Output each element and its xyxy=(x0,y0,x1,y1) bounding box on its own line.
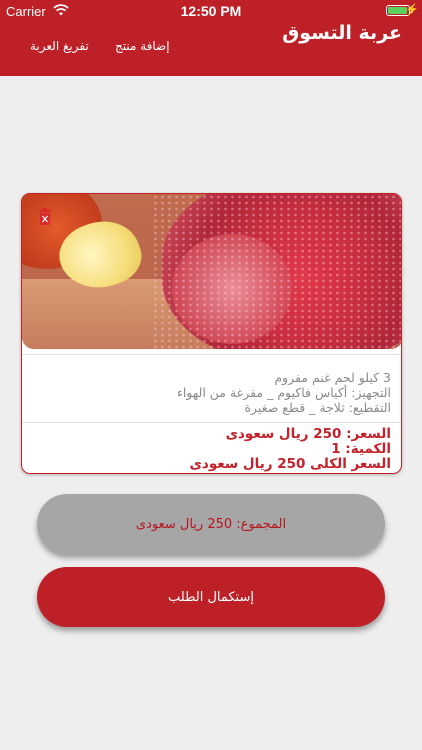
product-image xyxy=(22,194,401,349)
clock: 12:50 PM xyxy=(180,3,242,19)
checkout-button[interactable]: إستكمال الطلب xyxy=(37,567,385,627)
total-label: المجموع: 250 ريال سعودى xyxy=(135,516,287,532)
trash-icon[interactable] xyxy=(38,208,52,226)
item-cutting: التقطيع: ثلاجة _ قطع صغيرة xyxy=(244,400,391,415)
item-description: 3 كيلو لحم غنم مفروم التجهيز: أكياس فاكي… xyxy=(34,370,391,415)
divider xyxy=(22,422,401,423)
empty-cart-button[interactable]: تفريغ العربة xyxy=(30,39,89,53)
item-price: السعر: 250 ريال سعودى xyxy=(225,426,391,442)
item-line-total: السعر الكلى 250 ريال سعودى xyxy=(189,456,391,472)
add-product-button[interactable]: إضافة منتج xyxy=(115,39,170,53)
charging-bolt-icon: ⚡ xyxy=(405,4,419,16)
item-quantity: الكمية: 1 xyxy=(331,441,391,457)
page-title: عربة التسوق xyxy=(282,22,402,44)
checkout-label: إستكمال الطلب xyxy=(168,589,254,605)
item-prices: السعر: 250 ريال سعودى الكمية: 1 السعر ال… xyxy=(34,427,391,472)
total-display: المجموع: 250 ريال سعودى xyxy=(37,494,385,554)
item-name: 3 كيلو لحم غنم مفروم xyxy=(274,370,391,385)
cart-item-card: 3 كيلو لحم غنم مفروم التجهيز: أكياس فاكي… xyxy=(21,193,402,474)
nav-bar: عربة التسوق إضافة منتج تفريغ العربة xyxy=(0,22,422,76)
item-preparation: التجهيز: أكياس فاكيوم _ مفرغة من الهواء xyxy=(176,385,391,400)
status-bar: Carrier 12:50 PM ⚡ xyxy=(0,0,422,22)
divider xyxy=(22,354,401,355)
